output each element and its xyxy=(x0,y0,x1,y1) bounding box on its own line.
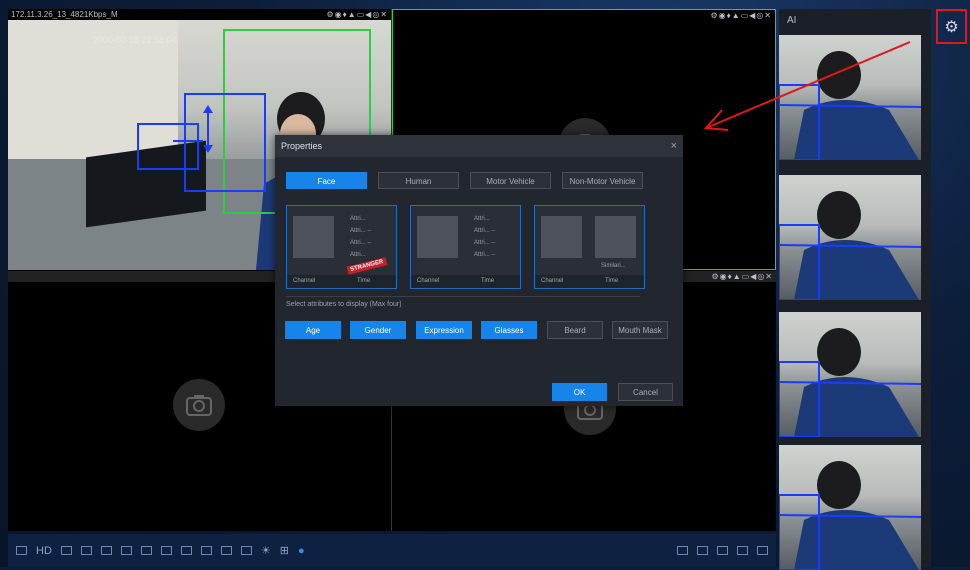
hd-button[interactable]: HD xyxy=(36,545,52,557)
camera-controls-icon[interactable]: ⚙◉♦▲▭◀◎✕ xyxy=(711,271,773,282)
bottom-toolbar: HD ☀ ⊞ ● xyxy=(8,534,776,567)
layout-16-icon[interactable] xyxy=(220,546,232,555)
layout-1-icon[interactable] xyxy=(60,546,72,555)
tab-face[interactable]: Face xyxy=(286,172,367,189)
attr-text: Attri... -- xyxy=(350,240,372,246)
ai-snapshot-thumbnail[interactable] xyxy=(779,312,921,437)
rule-box-2 xyxy=(137,123,199,170)
select-attributes-label: Select attributes to display (Max four) xyxy=(286,301,402,308)
layout-6-icon[interactable] xyxy=(140,546,152,555)
brightness-icon[interactable]: ☀ xyxy=(261,544,271,557)
ai-panel: AI xyxy=(779,9,931,570)
similarity-text: Similari... xyxy=(601,263,626,269)
close-icon[interactable]: × xyxy=(671,135,677,157)
attr-mouth-mask-button[interactable]: Mouth Mask xyxy=(612,321,668,339)
attr-text: Attri... xyxy=(350,216,366,222)
fullscreen-icon[interactable] xyxy=(80,546,92,555)
layout-4-icon[interactable] xyxy=(120,546,132,555)
tab-non-motor-vehicle[interactable]: Non-Motor Vehicle xyxy=(562,172,643,189)
card-channel: Channel xyxy=(541,278,564,284)
layout-8-icon[interactable] xyxy=(160,546,172,555)
attr-text: Attri... -- xyxy=(474,228,496,234)
attr-gender-button[interactable]: Gender xyxy=(350,321,406,339)
stream-icon[interactable] xyxy=(16,546,27,555)
ai-toggle-icon[interactable]: ● xyxy=(298,545,305,557)
layout-9-icon[interactable] xyxy=(180,546,192,555)
stranger-badge: STRANGER xyxy=(346,257,388,275)
layout-1-right-icon[interactable] xyxy=(677,546,688,555)
target-type-tabs: Face Human Motor Vehicle Non-Motor Vehic… xyxy=(286,172,643,189)
layout-13-icon[interactable] xyxy=(200,546,212,555)
layout-25-icon[interactable] xyxy=(240,546,252,555)
card-channel: Channel xyxy=(293,278,316,284)
card-time: Time xyxy=(481,278,495,284)
layout-card-2[interactable]: Attri... Attri... -- Attri... -- Attri..… xyxy=(410,205,521,289)
face-placeholder-icon xyxy=(595,216,636,258)
card-time: Time xyxy=(605,278,619,284)
layout-16-right-icon[interactable] xyxy=(757,546,768,555)
attr-text: Attri... -- xyxy=(474,252,496,258)
settings-gear-icon[interactable]: ⚙ xyxy=(936,9,967,44)
camera-controls-icon[interactable]: ⚙◉♦▲▭◀◎✕ xyxy=(710,10,772,21)
ai-snapshot-thumbnail[interactable] xyxy=(779,445,921,570)
cancel-button[interactable]: Cancel xyxy=(618,383,673,401)
layout-card-3[interactable]: Similari... Channel Time xyxy=(534,205,645,289)
tab-human[interactable]: Human xyxy=(378,172,459,189)
attr-glasses-button[interactable]: Glasses xyxy=(481,321,537,339)
layout-single-icon[interactable] xyxy=(100,546,112,555)
attr-text: Attri... -- xyxy=(474,240,496,246)
snapshot-icon xyxy=(173,379,225,431)
card-channel: Channel xyxy=(417,278,440,284)
ai-snapshot-thumbnail[interactable] xyxy=(779,175,921,300)
layout-4-right-icon[interactable] xyxy=(697,546,708,555)
face-placeholder-icon xyxy=(541,216,582,258)
attr-text: Attri... xyxy=(474,216,490,222)
attr-beard-button[interactable]: Beard xyxy=(547,321,603,339)
ok-button[interactable]: OK xyxy=(552,383,607,401)
layout-6-right-icon[interactable] xyxy=(717,546,728,555)
card-time: Time xyxy=(357,278,371,284)
properties-dialog: Properties × Face Human Motor Vehicle No… xyxy=(275,135,683,406)
face-placeholder-icon xyxy=(293,216,334,258)
attr-text: Attri... xyxy=(350,252,366,258)
ai-snapshot-thumbnail[interactable] xyxy=(779,35,921,160)
attr-text: Attri... -- xyxy=(350,228,372,234)
ai-panel-title: AI xyxy=(787,15,797,26)
tour-icon[interactable]: ⊞ xyxy=(280,544,289,557)
dialog-title: Properties xyxy=(281,141,323,151)
tab-motor-vehicle[interactable]: Motor Vehicle xyxy=(470,172,551,189)
face-placeholder-icon xyxy=(417,216,458,258)
layout-card-1[interactable]: Attri... Attri... -- Attri... -- Attri..… xyxy=(286,205,397,289)
dialog-titlebar: Properties × xyxy=(275,135,683,157)
layout-9-right-icon[interactable] xyxy=(737,546,748,555)
attr-expression-button[interactable]: Expression xyxy=(416,321,472,339)
attr-age-button[interactable]: Age xyxy=(285,321,341,339)
